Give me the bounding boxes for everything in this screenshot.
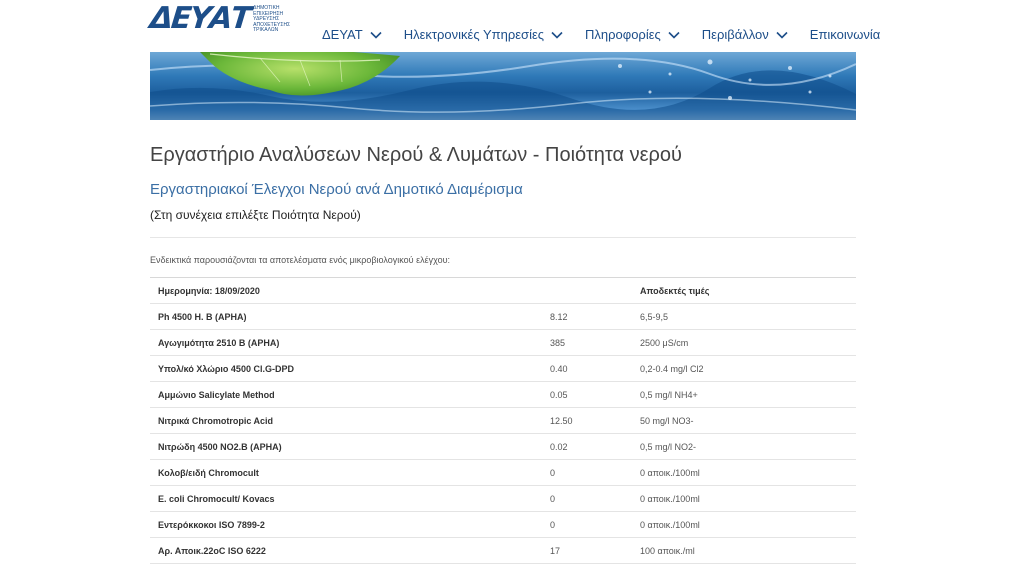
limit-cell: 0 αποικ./100ml xyxy=(640,468,700,478)
results-table: Ημερομηνία: 18/09/2020 Αποδεκτές τιμές P… xyxy=(150,277,856,564)
limit-cell: 100 αποικ./ml xyxy=(640,546,695,556)
nav-item-contact[interactable]: Επικοινωνία xyxy=(810,27,881,42)
header-banner xyxy=(150,52,856,120)
limit-cell: 0 αποικ./100ml xyxy=(640,494,700,504)
param-cell: Εντερόκκοκοι ISO 7899-2 xyxy=(158,520,265,530)
nav-label: Περιβάλλον xyxy=(701,27,769,42)
value-cell: 385 xyxy=(550,338,566,348)
table-row: Εντερόκκοκοι ISO 7899-2 0 0 αποικ./100ml xyxy=(150,512,856,538)
value-cell: 17 xyxy=(550,546,561,556)
table-row: Αρ. Αποικ.22oC ISO 6222 17 100 αποικ./ml xyxy=(150,538,856,564)
nav-label: ΔΕΥΑΤ xyxy=(322,27,363,42)
limit-header: Αποδεκτές τιμές xyxy=(640,286,710,296)
param-cell: Αμμώνιο Salicylate Method xyxy=(158,390,275,400)
limit-cell: 50 mg/l NO3- xyxy=(640,416,694,426)
value-cell: 0.05 xyxy=(550,390,568,400)
section-subtitle[interactable]: Εργαστηριακοί Έλεγχοι Νερού ανά Δημοτικό… xyxy=(150,181,523,198)
page-title: Εργαστήριο Αναλύσεων Νερού & Λυμάτων - Π… xyxy=(150,144,682,166)
intro-text: Ενδεικτικά παρουσιάζονται τα αποτελέσματ… xyxy=(150,255,451,265)
limit-cell: 0,2-0.4 mg/l Cl2 xyxy=(640,364,704,374)
nav-item-deyat[interactable]: ΔΕΥΑΤ xyxy=(322,27,382,42)
chevron-down-icon xyxy=(551,31,563,39)
nav-label: Επικοινωνία xyxy=(809,27,881,42)
nav-item-e-services[interactable]: Ηλεκτρονικές Υπηρεσίες xyxy=(404,27,563,42)
table-row: Αμμώνιο Salicylate Method 0.05 0,5 mg/l … xyxy=(150,382,856,408)
divider xyxy=(150,237,856,238)
banner-image xyxy=(150,52,856,120)
param-cell: Αγωγιμότητα 2510 B (APHA) xyxy=(158,338,280,348)
table-row: Κολοβ/ειδή Chromocult 0 0 αποικ./100ml xyxy=(150,460,856,486)
param-cell: Ph 4500 H. B (APHA) xyxy=(158,312,247,322)
limit-cell: 0,5 mg/l NO2- xyxy=(640,442,697,452)
value-cell: 0.40 xyxy=(550,364,568,374)
nav-label: Ηλεκτρονικές Υπηρεσίες xyxy=(403,27,545,42)
logo-subtext: ΔΗΜΟΤΙΚΗ ΕΠΙΧΕΙΡΗΣΗ ΥΔΡΕΥΣΗΣ ΑΠΟΧΕΤΕΥΣΗΣ… xyxy=(253,5,291,33)
limit-cell: 6,5-9,5 xyxy=(640,312,669,322)
value-cell: 0 xyxy=(550,520,556,530)
limit-cell: 2500 μS/cm xyxy=(640,338,689,348)
value-cell: 0 xyxy=(550,468,556,478)
param-cell: Αρ. Αποικ.22oC ISO 6222 xyxy=(158,546,266,556)
chevron-down-icon xyxy=(668,31,680,39)
date-header: Ημερομηνία: 18/09/2020 xyxy=(158,286,260,296)
param-cell: Νιτρικά Chromotropic Acid xyxy=(158,416,274,426)
value-cell: 12.50 xyxy=(550,416,573,426)
table-row: Ph 4500 H. B (APHA) 8.12 6,5-9,5 xyxy=(150,304,856,330)
chevron-down-icon xyxy=(370,31,382,39)
table-header-row: Ημερομηνία: 18/09/2020 Αποδεκτές τιμές xyxy=(150,278,856,304)
instruction-note: (Στη συνέχεια επιλέξτε Ποιότητα Νερού) xyxy=(150,208,361,222)
table-row: Νιτρικά Chromotropic Acid 12.50 50 mg/l … xyxy=(150,408,856,434)
value-cell: 0.02 xyxy=(550,442,568,452)
param-cell: Υπολ/κό Χλώριο 4500 Cl.G-DPD xyxy=(158,364,294,374)
logo-mark: ΔΕΥΑΤ xyxy=(148,1,252,36)
nav-item-information[interactable]: Πληροφορίες xyxy=(585,27,680,42)
nav-label: Πληροφορίες xyxy=(585,27,661,42)
table-row: E. coli Chromocult/ Kovacs 0 0 αποικ./10… xyxy=(150,486,856,512)
value-cell: 8.12 xyxy=(550,312,568,322)
limit-cell: 0 αποικ./100ml xyxy=(640,520,700,530)
param-cell: E. coli Chromocult/ Kovacs xyxy=(158,494,275,504)
logo[interactable]: ΔΕΥΑΤ ΔΗΜΟΤΙΚΗ ΕΠΙΧΕΙΡΗΣΗ ΥΔΡΕΥΣΗΣ ΑΠΟΧΕ… xyxy=(148,1,291,40)
param-cell: Κολοβ/ειδή Chromocult xyxy=(158,468,259,478)
chevron-down-icon xyxy=(776,31,788,39)
site-header: ΔΕΥΑΤ ΔΗΜΟΤΙΚΗ ΕΠΙΧΕΙΡΗΣΗ ΥΔΡΕΥΣΗΣ ΑΠΟΧΕ… xyxy=(148,0,880,52)
table-row: Νιτρώδη 4500 NO2.B (APHA) 0.02 0,5 mg/l … xyxy=(150,434,856,460)
main-nav: ΔΕΥΑΤ Ηλεκτρονικές Υπηρεσίες Πληροφορίες… xyxy=(322,27,880,42)
param-cell: Νιτρώδη 4500 NO2.B (APHA) xyxy=(158,442,282,452)
nav-item-environment[interactable]: Περιβάλλον xyxy=(702,27,788,42)
limit-cell: 0,5 mg/l NH4+ xyxy=(640,390,698,400)
value-cell: 0 xyxy=(550,494,556,504)
table-row: Αγωγιμότητα 2510 B (APHA) 385 2500 μS/cm xyxy=(150,330,856,356)
table-row: Υπολ/κό Χλώριο 4500 Cl.G-DPD 0.40 0,2-0.… xyxy=(150,356,856,382)
